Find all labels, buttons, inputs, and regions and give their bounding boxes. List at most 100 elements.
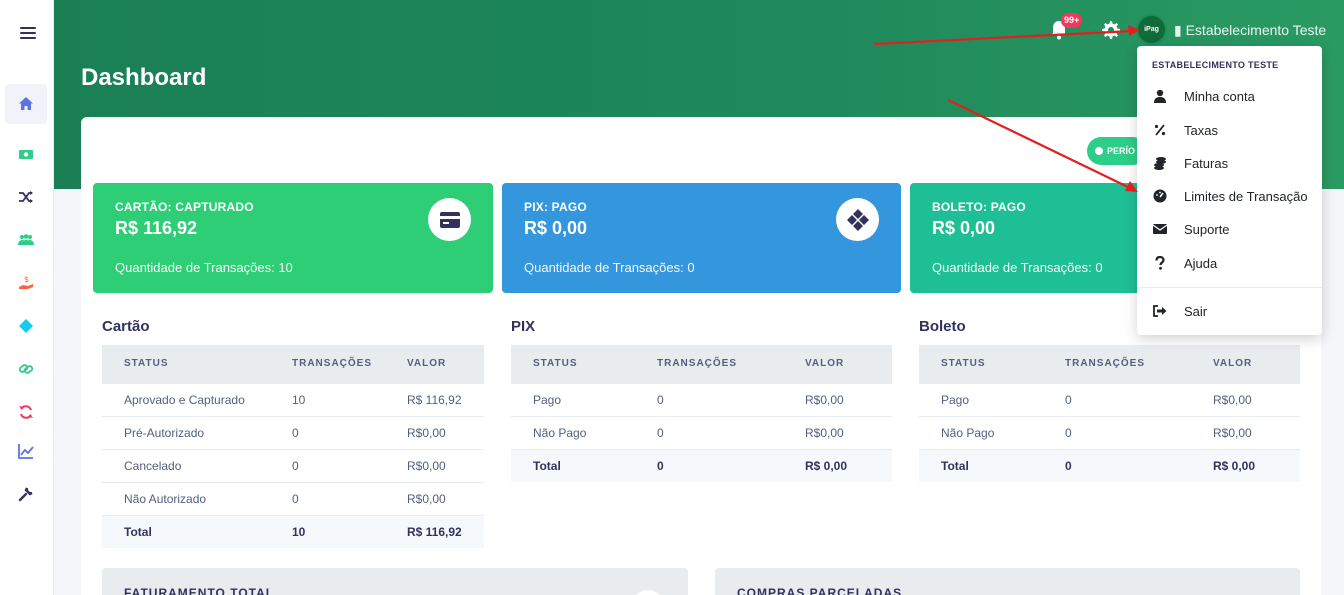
user-avatar[interactable]: iPag	[1136, 14, 1167, 45]
sidebar-item-transactions[interactable]	[5, 177, 47, 217]
money-icon	[19, 150, 33, 159]
credit-card-icon	[428, 198, 471, 241]
cell: Total	[102, 514, 270, 548]
table-total-row: Total 10 R$ 116,92	[102, 514, 484, 548]
svg-text:$: $	[24, 275, 29, 284]
table-boleto: STATUS TRANSAÇÕES VALOR Pago 0 R$0,00 Não …	[919, 345, 1300, 482]
table-row: Não Autorizado 0 R$0,00	[102, 481, 484, 515]
column-header: TRANSAÇÕES	[635, 345, 783, 383]
pix-icon	[19, 319, 33, 333]
cell: 0	[635, 382, 783, 416]
cell: Pago	[919, 382, 1043, 416]
sidebar-item-pix[interactable]	[5, 306, 47, 346]
total-revenue-card: FATURAMENTO TOTAL	[102, 568, 688, 595]
dropdown-divider	[1137, 287, 1322, 288]
page-title: Dashboard	[81, 64, 207, 91]
menu-item-my-account[interactable]: Minha conta	[1137, 81, 1322, 111]
user-icon	[1152, 88, 1168, 104]
cell: Não Pago	[919, 415, 1043, 449]
sidebar-item-settings[interactable]	[5, 474, 47, 514]
table-row: Pago 0 R$0,00	[511, 382, 892, 416]
menu-item-label: Ajuda	[1184, 255, 1218, 271]
percent-icon	[1152, 122, 1168, 138]
cell: R$0,00	[1191, 382, 1300, 416]
menu-item-label: Minha conta	[1184, 88, 1255, 104]
store-name-toggle[interactable]: ▮ Estabelecimento Teste	[1174, 22, 1326, 39]
cell: R$0,00	[385, 481, 484, 515]
column-header: STATUS	[102, 345, 270, 383]
store-name-label: Estabelecimento Teste	[1185, 22, 1327, 38]
cell: 0	[270, 415, 385, 449]
table-row: Cancelado 0 R$0,00	[102, 448, 484, 482]
sidebar-item-payment-links[interactable]	[5, 349, 47, 389]
cell: R$ 116,92	[385, 382, 484, 416]
clock-icon	[1095, 147, 1103, 155]
cell: R$0,00	[385, 415, 484, 449]
column-header: VALOR	[783, 345, 892, 383]
link-icon	[18, 364, 34, 374]
dropdown-header: ESTABELECIMENTO TESTE	[1152, 60, 1279, 70]
cell: Não Pago	[511, 415, 635, 449]
stat-card-pix: PIX: PAGO R$ 0,00 Quantidade de Transaçõ…	[502, 183, 901, 293]
sidebar-item-money[interactable]	[5, 134, 47, 174]
cell: Total	[511, 448, 635, 482]
column-header: TRANSAÇÕES	[1043, 345, 1191, 383]
cell: 0	[1043, 448, 1191, 482]
cell: Pago	[511, 382, 635, 416]
menu-item-help[interactable]: Ajuda	[1137, 248, 1322, 278]
cell: Total	[919, 448, 1043, 482]
sidebar-item-recurrence[interactable]	[5, 392, 47, 432]
menu-item-label: Sair	[1184, 303, 1208, 319]
coins-icon	[1152, 155, 1168, 171]
question-icon	[1152, 255, 1168, 271]
gauge-icon	[1152, 188, 1168, 204]
cell: R$0,00	[1191, 415, 1300, 449]
card-title: FATURAMENTO TOTAL	[124, 586, 275, 595]
stat-value: R$ 0,00	[524, 218, 588, 238]
sidebar-item-users[interactable]	[5, 220, 47, 260]
card-icon	[632, 590, 664, 595]
sidebar-item-home[interactable]	[5, 84, 47, 124]
installment-purchases-card: COMPRAS PARCELADAS	[715, 568, 1300, 595]
cell: 0	[270, 481, 385, 515]
cell: R$ 0,00	[1191, 448, 1300, 482]
cell: R$ 0,00	[783, 448, 892, 482]
table-total-row: Total 0 R$ 0,00	[511, 448, 892, 482]
user-dropdown-menu: ESTABELECIMENTO TESTE Minha conta Taxas …	[1137, 46, 1322, 335]
hamburger-menu-icon[interactable]	[20, 27, 36, 39]
section-title-pix: PIX	[511, 318, 536, 335]
cell: 10	[270, 382, 385, 416]
menu-item-support[interactable]: Suporte	[1137, 214, 1322, 244]
table-row: Pago 0 R$0,00	[919, 382, 1300, 416]
envelope-icon	[1152, 221, 1168, 237]
cell: R$0,00	[385, 448, 484, 482]
shuffle-icon	[19, 191, 33, 203]
column-header: VALOR	[1191, 345, 1300, 383]
menu-item-label: Taxas	[1184, 122, 1218, 138]
users-icon	[18, 234, 34, 245]
stat-label: CARTÃO: CAPTURADO	[115, 200, 254, 214]
menu-item-logout[interactable]: Sair	[1137, 296, 1322, 326]
settings-gear-icon[interactable]	[1101, 20, 1121, 40]
sign-out-icon	[1152, 303, 1168, 319]
stat-count: Quantidade de Transações: 10	[115, 260, 293, 275]
column-header: STATUS	[511, 345, 635, 383]
table-row: Pré-Autorizado 0 R$0,00	[102, 415, 484, 449]
menu-item-fees[interactable]: Taxas	[1137, 115, 1322, 145]
sidebar-item-reports[interactable]	[5, 431, 47, 471]
cell: 0	[635, 448, 783, 482]
table-row: Aprovado e Capturado 10 R$ 116,92	[102, 382, 484, 416]
menu-item-transaction-limits[interactable]: Limites de Transação	[1137, 181, 1322, 211]
column-header: VALOR	[385, 345, 484, 383]
section-title-boleto: Boleto	[919, 318, 966, 335]
cell: Aprovado e Capturado	[102, 382, 270, 416]
section-title-cartao: Cartão	[102, 318, 150, 335]
home-icon	[19, 97, 33, 110]
menu-item-invoices[interactable]: Faturas	[1137, 148, 1322, 178]
sidebar-item-payouts[interactable]: $	[5, 263, 47, 303]
table-total-row: Total 0 R$ 0,00	[919, 448, 1300, 482]
notification-badge: 99+	[1061, 13, 1083, 28]
cell: Não Autorizado	[102, 481, 270, 515]
sidebar: $	[0, 0, 54, 595]
cell: 0	[1043, 415, 1191, 449]
